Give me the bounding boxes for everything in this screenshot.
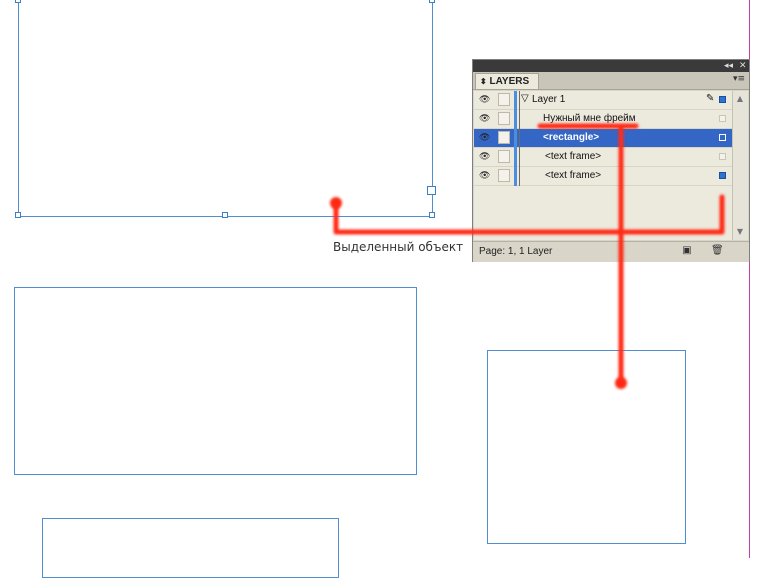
tab-label: LAYERS [489,76,530,87]
selected-rectangle-frame[interactable] [18,0,433,217]
layer-label: Layer 1 [532,94,566,105]
layer-color-bar [514,129,517,148]
resize-handle[interactable] [222,212,228,218]
eye-icon[interactable]: 👁 [479,152,490,162]
lock-toggle[interactable] [498,150,510,163]
divider [519,129,520,148]
target-frame[interactable] [487,350,686,544]
layer-item-row[interactable]: 👁 Нужный мне фрейм [474,110,732,129]
select-square[interactable] [719,134,726,141]
divider [519,91,520,110]
lock-toggle[interactable] [498,93,510,106]
layer-item-row[interactable]: 👁 <text frame> [474,148,732,167]
resize-handle[interactable] [15,0,21,3]
close-icon[interactable]: ✕ [739,60,747,72]
layer-color-bar [514,167,517,186]
eye-icon[interactable]: 👁 [479,114,490,124]
select-square[interactable] [719,115,726,122]
divider [519,148,520,167]
layer-item-label: Нужный мне фрейм [543,113,636,124]
scroll-down-icon[interactable]: ▼ [735,227,745,237]
layer-list: 👁 ▽ Layer 1 ✎ 👁 Нужный мне фрейм 👁 <rect… [474,91,732,240]
disclosure-triangle-icon[interactable]: ▽ [521,93,529,104]
panel-title-bar: ◂◂ ✕ [473,60,749,72]
eye-icon[interactable]: 👁 [479,171,490,181]
annotation-caption: Выделенный объект [333,240,464,254]
eye-icon[interactable]: 👁 [479,95,490,105]
scroll-up-icon[interactable]: ▲ [735,94,745,104]
eye-icon[interactable]: 👁 [479,133,490,143]
layer-color-bar [514,148,517,167]
layer-item-label: <rectangle> [543,132,600,143]
text-frame[interactable] [42,518,339,578]
layer-color-square[interactable] [719,96,726,103]
pen-icon: ✎ [706,93,715,104]
resize-handle[interactable] [15,212,21,218]
layer-list-scrollbar[interactable]: ▲ ▼ [732,91,748,240]
divider [519,167,520,186]
trash-icon[interactable]: 🗑 [711,245,724,257]
layer-row[interactable]: 👁 ▽ Layer 1 ✎ [474,91,732,110]
layer-color-bar [514,110,517,129]
lock-toggle[interactable] [498,169,510,182]
new-layer-icon[interactable]: ▣ [681,245,693,257]
tab-layers[interactable]: ⬍ LAYERS [475,73,539,89]
text-frame[interactable] [14,287,417,475]
layer-item-label: <text frame> [545,151,602,162]
layer-item-row-selected[interactable]: 👁 <rectangle> [474,129,732,148]
layer-item-row[interactable]: 👁 <text frame> [474,167,732,186]
layer-item-label: <text frame> [545,170,602,181]
panel-tab-row: ⬍ LAYERS [473,72,749,90]
resize-handle[interactable] [427,186,436,195]
status-text: Page: 1, 1 Layer [479,246,553,257]
layer-color-bar [514,91,517,110]
resize-handle[interactable] [429,0,435,3]
layers-panel: ◂◂ ✕ ⬍ LAYERS ▾≡ 👁 ▽ Layer 1 ✎ 👁 Нужный … [472,59,750,262]
lock-toggle[interactable] [498,131,510,144]
select-square[interactable] [719,153,726,160]
tab-arrows-icon: ⬍ [480,77,487,86]
collapse-icon[interactable]: ◂◂ [724,60,733,72]
divider [519,110,520,129]
panel-menu-icon[interactable]: ▾≡ [733,74,745,84]
lock-toggle[interactable] [498,112,510,125]
select-square[interactable] [719,172,726,179]
panel-status-bar: Page: 1, 1 Layer ▣ 🗑 [473,241,749,262]
resize-handle[interactable] [429,212,435,218]
